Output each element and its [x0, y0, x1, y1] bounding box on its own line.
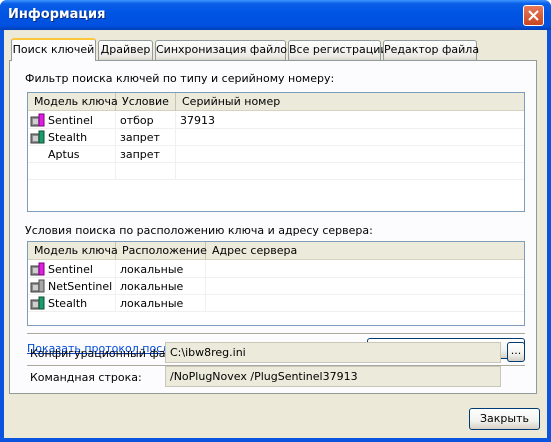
command-line-field[interactable]: /NoPlugNovex /PlugSentinel37913: [165, 366, 501, 387]
column-header-location[interactable]: Расположение: [116, 242, 207, 260]
location-caption: Условия поиска по расположению ключа и а…: [25, 224, 373, 237]
tab-file-editor[interactable]: Редактор файла: [383, 40, 479, 60]
table-row[interactable]: Aptus запрет: [28, 146, 524, 163]
close-window-button[interactable]: [523, 5, 544, 26]
filter-row-serial: 37913: [176, 112, 524, 129]
filter-row-condition: запрет: [116, 146, 176, 163]
location-row-server: [206, 278, 524, 295]
dialog-window: Информация Поиск ключей Драйвер Синхрони…: [0, 0, 551, 442]
location-row-model: Sentinel: [48, 263, 93, 276]
empty-row: [28, 163, 524, 180]
window-title: Информация: [8, 7, 106, 22]
location-row-location: локальные: [116, 278, 206, 295]
filter-row-model: Stealth: [48, 131, 88, 144]
location-row-location: локальные: [116, 261, 206, 278]
filter-list-header: Модель ключа Условие Серийный номер: [28, 93, 524, 111]
tab-driver[interactable]: Драйвер: [98, 40, 153, 60]
tab-strip: Поиск ключей Драйвер Синхронизация файло…: [11, 38, 541, 61]
tab-all-registrations[interactable]: Все регистрации: [288, 40, 388, 60]
location-row-server: [206, 261, 524, 278]
filter-row-condition: отбор: [116, 112, 176, 129]
filter-row-model: Sentinel: [48, 114, 93, 127]
filter-caption: Фильтр поиска ключей по типу и серийному…: [25, 72, 335, 85]
filter-row-model: Aptus: [48, 148, 80, 161]
netsentinel-key-icon: [30, 279, 45, 293]
stealth-key-icon: [30, 130, 45, 144]
config-file-label: Конфигурационный файл:: [30, 347, 184, 360]
column-header-server[interactable]: Адрес сервера: [206, 242, 524, 260]
location-row-location: локальные: [116, 295, 206, 312]
config-file-field[interactable]: C:\ibw8reg.ini: [165, 342, 501, 363]
tab-key-search[interactable]: Поиск ключей: [11, 38, 96, 61]
location-row-model: Stealth: [48, 297, 88, 310]
browse-button[interactable]: ...: [507, 342, 525, 362]
filter-list[interactable]: Модель ключа Условие Серийный номер Sent…: [27, 92, 525, 212]
close-icon: [528, 10, 539, 21]
table-row[interactable]: Sentinel отбор 37913: [28, 112, 524, 129]
column-header-condition[interactable]: Условие: [116, 93, 176, 111]
command-line-label: Командная строка:: [30, 371, 142, 384]
location-row-model: NetSentinel: [48, 280, 113, 293]
separator: [27, 333, 525, 335]
table-row[interactable]: Stealth локальные: [28, 295, 524, 312]
column-header-model[interactable]: Модель ключа: [28, 242, 118, 260]
column-header-model[interactable]: Модель ключа: [28, 93, 118, 111]
filter-row-serial: [176, 129, 524, 146]
location-list[interactable]: Модель ключа Расположение Адрес сервера …: [27, 241, 525, 326]
sentinel-key-icon: [30, 113, 45, 127]
table-row[interactable]: Sentinel локальные: [28, 261, 524, 278]
title-bar[interactable]: Информация: [0, 0, 551, 30]
filter-row-serial: [176, 146, 524, 163]
tab-file-sync[interactable]: Синхронизация файлов: [155, 40, 293, 60]
stealth-key-icon: [30, 296, 45, 310]
close-button[interactable]: Закрыть: [469, 408, 540, 430]
column-header-serial[interactable]: Серийный номер: [176, 93, 524, 111]
table-row[interactable]: NetSentinel локальные: [28, 278, 524, 295]
filter-row-condition: запрет: [116, 129, 176, 146]
table-row[interactable]: Stealth запрет: [28, 129, 524, 146]
location-list-header: Модель ключа Расположение Адрес сервера: [28, 242, 524, 260]
dialog-client-area: Поиск ключей Драйвер Синхронизация файло…: [4, 30, 547, 438]
location-row-server: [206, 295, 524, 312]
sentinel-key-icon: [30, 262, 45, 276]
